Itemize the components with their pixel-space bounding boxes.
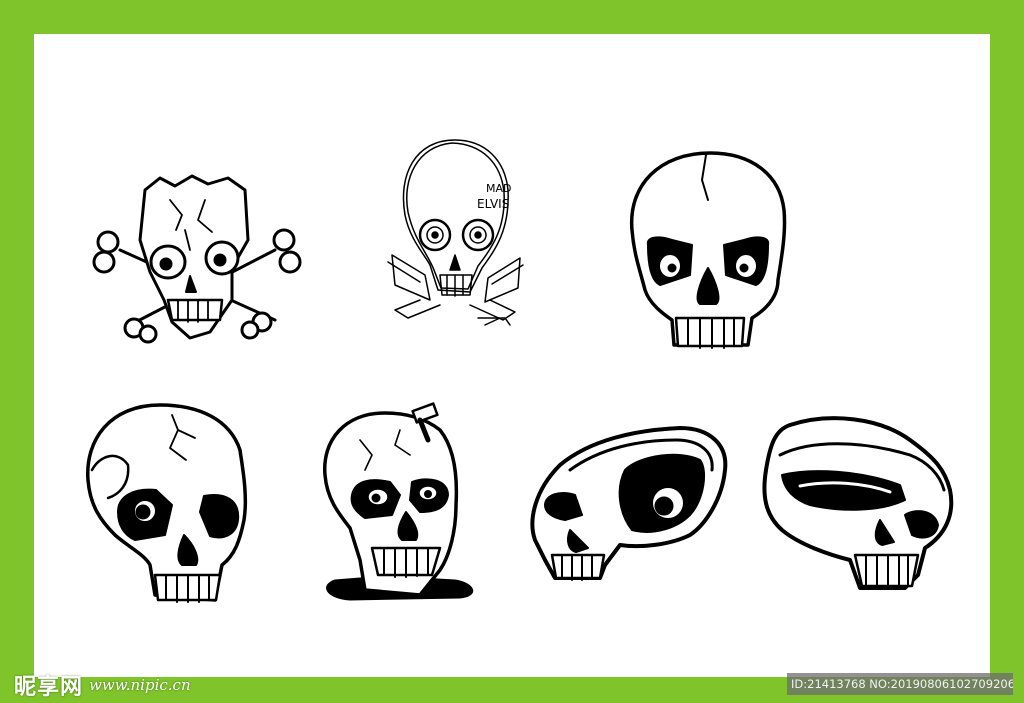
cracked-skull-crossbones xyxy=(92,174,302,344)
sketch-skull-crossbones: MAD ELVIS xyxy=(387,139,524,326)
watermark-logo: 昵享网 xyxy=(14,675,84,700)
bolted-skull xyxy=(323,402,473,601)
watermark-left: 昵享网 www.nipic.cn xyxy=(14,672,191,700)
bulging-eyes-skull xyxy=(629,151,787,349)
stylized-skull-visor xyxy=(762,416,954,590)
sketch-text-2: ELVIS xyxy=(477,197,509,211)
watermark-id: ID:21413768 NO:20190806102709206000 xyxy=(787,673,1013,695)
stylized-skull-one-eye xyxy=(530,426,728,581)
watermark-url: www.nipic.cn xyxy=(89,676,191,694)
cracked-skull-three-quarter xyxy=(86,403,248,603)
sketch-text-1: MAD xyxy=(486,182,512,195)
skull-artwork: MAD ELVIS xyxy=(86,139,954,603)
